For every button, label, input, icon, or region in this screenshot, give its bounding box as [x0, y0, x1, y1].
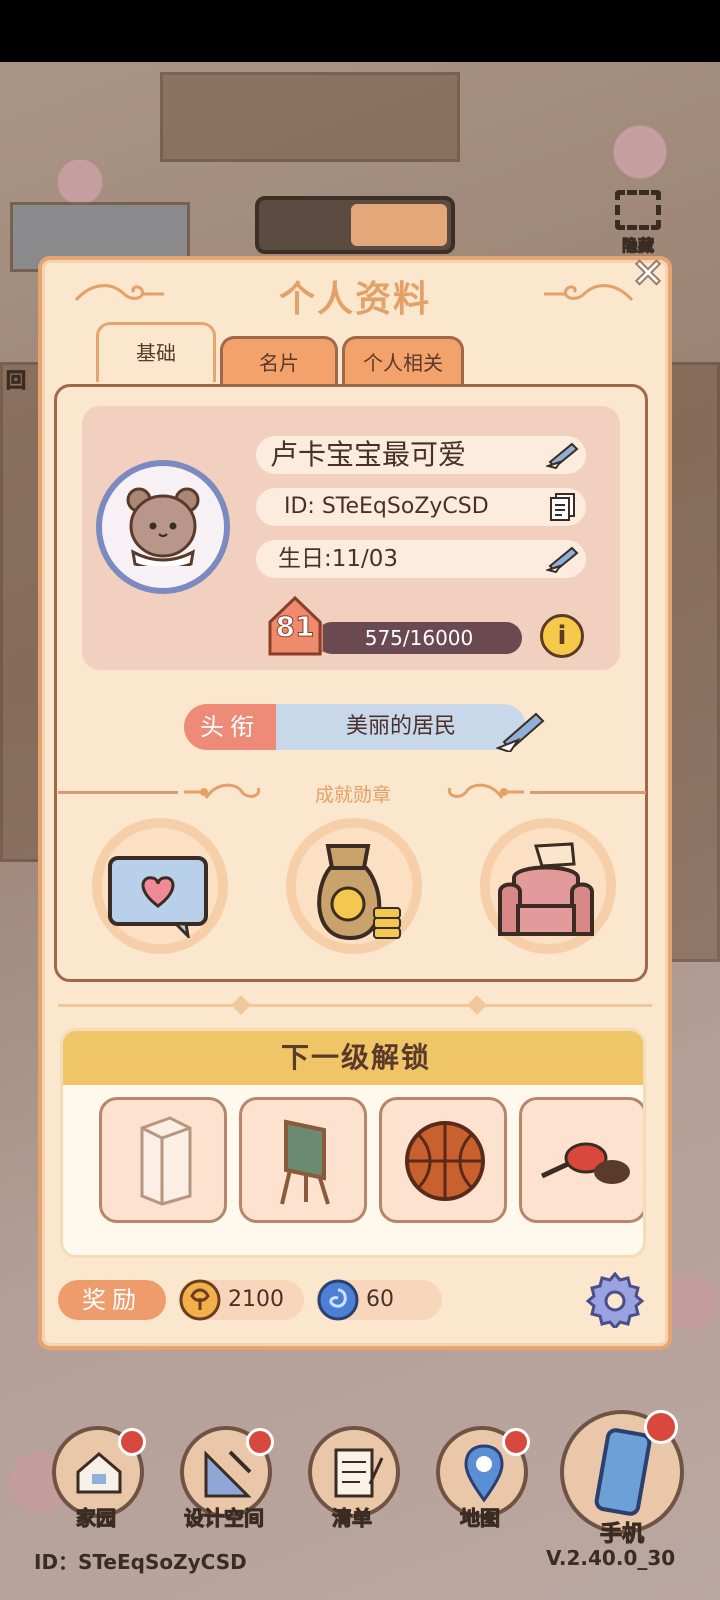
title-label: 头衔 — [184, 704, 276, 750]
chat-bubble-heart-icon — [108, 856, 208, 938]
birthday-text: 生日:11/03 — [278, 546, 399, 572]
fullscreen-icon — [615, 190, 661, 230]
weather-panel — [351, 204, 447, 246]
unlock-item-wardrobe[interactable] — [99, 1097, 227, 1223]
status-bar — [0, 0, 720, 62]
ping-pong-paddle-icon — [540, 1142, 630, 1184]
checklist-scroll-icon — [334, 1448, 384, 1498]
tab-card[interactable]: 名片 — [220, 336, 338, 384]
notification-dot — [502, 1428, 530, 1456]
avatar[interactable] — [96, 460, 230, 594]
nav-map[interactable]: 地图 — [420, 1420, 540, 1540]
notification-dot — [644, 1410, 678, 1444]
panel-title: 个人资料 — [278, 279, 431, 320]
reward-label: 奖励 — [58, 1280, 166, 1320]
birthday-field: 生日:11/03 — [256, 540, 586, 578]
nav-design-label: 设计空间 — [184, 1506, 265, 1531]
notification-dot — [246, 1428, 274, 1456]
home-icon — [76, 1452, 122, 1494]
coins-amount: 2100 — [228, 1287, 284, 1312]
next-level-unlock: 下一级解锁 — [60, 1028, 646, 1258]
basketball-icon — [405, 1121, 485, 1201]
info-icon[interactable]: i — [540, 614, 584, 658]
player-id-text: ID: STeEqSoZyCSD — [284, 494, 489, 519]
edit-birthday-icon[interactable] — [546, 544, 580, 574]
nav-phone-label: 手机 — [599, 1522, 644, 1548]
footer-player-id: ID：STeEqSoZyCSD — [34, 1550, 247, 1574]
unlock-header: 下一级解锁 — [63, 1031, 643, 1085]
reward-gems: 60 — [316, 1279, 442, 1321]
badge-armchair[interactable] — [466, 818, 630, 958]
nav-phone[interactable]: 手机 — [560, 1410, 688, 1548]
xp-progress-bar: 575/16000 — [316, 622, 522, 654]
nav-design-space[interactable]: 设计空间 — [164, 1420, 284, 1540]
level-number: 81 — [275, 610, 315, 644]
settings-gear-icon[interactable] — [586, 1270, 644, 1328]
level-badge: 81 — [266, 594, 324, 658]
player-id-field: ID: STeEqSoZyCSD — [256, 488, 586, 526]
bear-avatar-icon — [126, 487, 200, 566]
nav-checklist-label: 清单 — [332, 1506, 373, 1531]
coin-icon — [179, 1279, 221, 1321]
money-bag-icon — [317, 844, 401, 941]
edit-nickname-icon[interactable] — [546, 440, 580, 470]
nav-checklist[interactable]: 清单 — [292, 1420, 412, 1540]
xp-text: 575/16000 — [364, 626, 474, 650]
title-value[interactable]: 美丽的居民 — [276, 704, 526, 750]
unlock-item-basketball[interactable] — [379, 1097, 507, 1223]
smartphone-icon — [594, 1428, 652, 1516]
hide-ui-button[interactable]: 隐藏 — [610, 190, 666, 256]
nav-map-label: 地图 — [460, 1506, 501, 1531]
easel-board-icon — [280, 1119, 330, 1205]
map-pin-icon — [464, 1444, 504, 1503]
notification-dot — [118, 1428, 146, 1456]
unlock-item-easel[interactable] — [239, 1097, 367, 1223]
ruler-triangle-icon — [204, 1450, 252, 1498]
title-row: 头衔 美丽的居民 — [184, 704, 545, 752]
copy-id-icon[interactable] — [546, 492, 580, 522]
nickname-field: 卢卡宝宝最可爱 — [256, 436, 586, 474]
badge-money-bag[interactable] — [272, 818, 436, 958]
divider — [58, 1004, 652, 1007]
gems-amount: 60 — [366, 1287, 394, 1312]
tab-basic[interactable]: 基础 — [96, 322, 216, 382]
blue-swirl-gem-icon — [317, 1279, 359, 1321]
unlock-item-ping-pong[interactable] — [519, 1097, 643, 1223]
tab-personal[interactable]: 个人相关 — [342, 336, 464, 384]
achievements-title: 成就勋章 — [314, 784, 391, 806]
reward-coins: 2100 — [178, 1279, 304, 1321]
edit-title-icon[interactable] — [496, 708, 548, 752]
badge-chat-heart[interactable] — [78, 818, 242, 958]
wardrobe-icon — [140, 1116, 192, 1206]
nav-home[interactable]: 家园 — [36, 1420, 156, 1540]
nickname-text: 卢卡宝宝最可爱 — [270, 438, 467, 471]
version-label: V.2.40.0_30 — [546, 1546, 676, 1570]
pink-armchair-icon — [498, 842, 594, 936]
side-return-label[interactable]: 回 — [6, 364, 27, 393]
nav-home-label: 家园 — [76, 1506, 117, 1531]
weather-widget[interactable] — [255, 196, 455, 254]
